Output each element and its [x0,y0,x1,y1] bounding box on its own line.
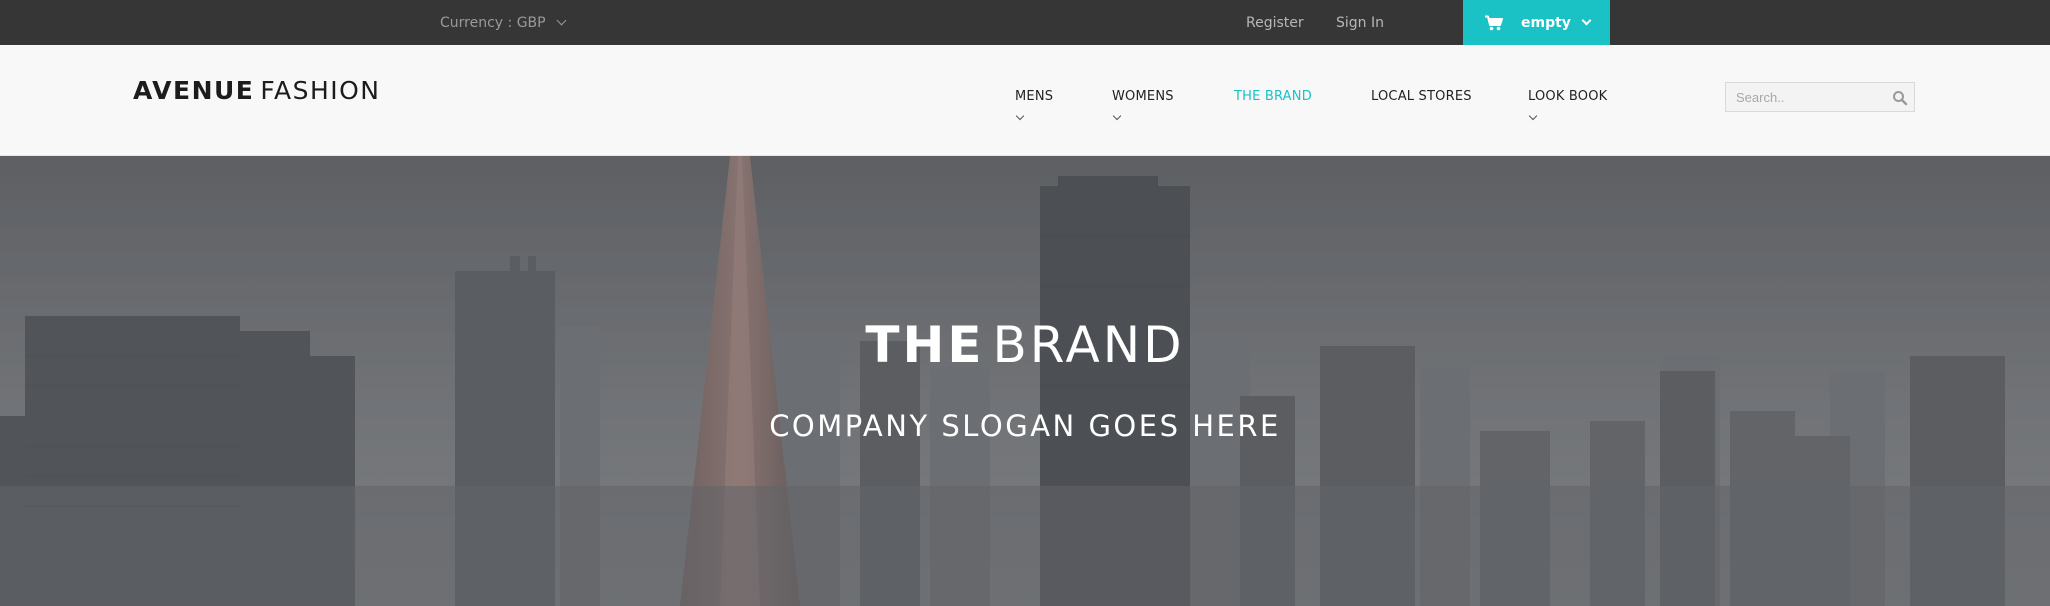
cart-button[interactable]: empty [1463,0,1610,45]
search-box [1725,82,1915,112]
register-link[interactable]: Register [1246,0,1304,45]
chevron-down-icon [1528,111,1538,121]
nav-label: MENS [1015,89,1054,104]
search-input[interactable] [1726,83,1886,111]
nav-label: LOOK BOOK [1528,89,1608,104]
hero-title: THE BRAND [0,316,2050,374]
currency-label: Currency : GBP [440,14,546,31]
nav-label: LOCAL STORES [1371,89,1472,104]
currency-selector[interactable]: Currency : GBP [440,0,567,45]
cart-status: empty [1521,14,1571,31]
hero-slogan: COMPANY SLOGAN GOES HERE [769,409,1281,443]
nav-item-womens[interactable]: WOMENS [1112,89,1174,121]
city-skyline-image [0,156,2050,606]
hero-banner: THE BRAND COMPANY SLOGAN GOES HERE [0,156,2050,606]
chevron-down-icon [1581,15,1592,26]
top-bar: Currency : GBP Register Sign In empty [0,0,2050,45]
nav-label: THE BRAND [1234,89,1312,104]
sign-in-link[interactable]: Sign In [1336,0,1384,45]
hero-title-light: BRAND [992,316,1185,374]
search-icon[interactable] [1892,90,1908,106]
chevron-down-icon [1015,111,1025,121]
logo-word-bold: AVENUE [133,76,255,105]
site-logo[interactable]: AVENUE FASHION [133,76,381,105]
cart-icon [1485,15,1503,30]
logo-word-light: FASHION [260,76,381,105]
hero-title-bold: THE [865,316,985,374]
chevron-down-icon [1112,111,1122,121]
nav-item-look-book[interactable]: LOOK BOOK [1528,89,1608,121]
site-header: AVENUE FASHION MENS WOMENS THE BRAND LOCA… [0,45,2050,156]
nav-item-mens[interactable]: MENS [1015,89,1054,121]
nav-item-local-stores[interactable]: LOCAL STORES [1371,89,1472,104]
chevron-down-icon [556,15,567,26]
nav-item-the-brand[interactable]: THE BRAND [1234,89,1312,104]
nav-label: WOMENS [1112,89,1174,104]
